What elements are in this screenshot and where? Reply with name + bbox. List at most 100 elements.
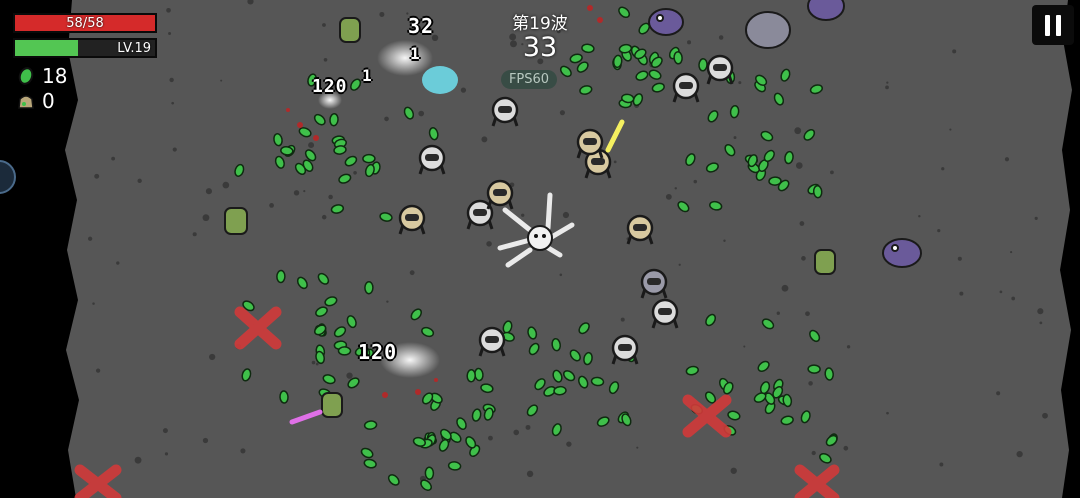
material-drop [466,369,476,383]
fps-counter: FPS60 [501,70,557,89]
pebble [738,81,742,85]
material-drop [698,58,708,72]
pebble [801,256,806,261]
pebble [192,232,197,237]
pebble [134,456,142,464]
pebble [620,317,625,322]
purple-enemy [745,11,791,49]
damage-number: 120 [358,340,398,364]
pebble [1042,412,1048,419]
pause-icon-bar [1056,15,1061,36]
health-text: 58/58 [66,16,104,31]
material-drop [673,51,683,65]
materials-count: 18 [42,64,68,88]
pebble [562,211,570,219]
pause-button[interactable] [1032,5,1074,45]
pebble [952,49,957,54]
pebble [220,79,223,82]
pebble [799,221,805,226]
wave-label: 第19波 [512,14,568,34]
pebble [521,213,525,217]
pebble [525,424,531,430]
pebble [559,273,563,277]
pebble [559,110,565,116]
pebble [311,360,316,365]
pebble [322,23,326,27]
green-material-icon [18,67,34,85]
pebble [209,353,216,361]
pebble [1034,216,1038,220]
material-drop [447,461,462,471]
pebble [205,188,212,195]
pebble [885,85,889,90]
pebble [811,450,816,456]
pebble [169,77,174,83]
pebble [486,241,492,247]
pebble [94,173,100,179]
pebble [674,187,677,190]
pebble [886,81,889,84]
pebble [379,11,385,17]
pebble [613,160,617,164]
pebble [321,214,327,220]
pebble [1004,157,1010,162]
pebble [959,291,964,296]
pebble [636,446,639,449]
pebble [323,57,328,62]
pause-icon [1045,15,1050,36]
pebble [999,290,1003,294]
pebble [665,193,672,200]
pebble [795,162,803,169]
health-bar: 58/58 [13,13,157,33]
green-slug [224,207,248,235]
pebble [678,263,681,266]
pebble [566,441,572,447]
material-drop [364,280,374,295]
pebble [513,429,520,436]
pebble [418,110,425,117]
material-bag-icon [18,95,34,109]
damage-number: 1 [362,66,373,85]
pebble [315,362,319,366]
pebble [240,448,246,454]
pebble [776,311,780,315]
pebble [164,452,169,456]
pebble [353,171,357,175]
game-screen: 32 1 120 1 120 58/58 LV.19 18 0 第19波 33 … [0,0,1080,498]
material-drop [824,367,834,381]
material-drop [362,153,376,164]
pebble [733,136,737,140]
pebble [718,35,724,40]
pebble [996,391,1001,396]
pebble [386,300,389,303]
pebble [222,181,230,189]
material-drop [553,385,567,396]
experience-bar: LV.19 [13,38,157,58]
pebble [957,256,962,261]
pebble [1010,250,1013,254]
material-drop [807,364,821,374]
pebble [743,345,746,348]
pebble [269,203,274,208]
pebble [460,87,467,93]
pebble [918,214,921,218]
pebble [488,435,493,441]
green-slug [814,249,836,275]
bags-count: 0 [42,89,55,113]
pebble [166,7,171,13]
pebble [346,372,353,379]
pebble [1037,308,1044,315]
wave-timer: 33 [522,32,558,63]
pebble [805,311,810,317]
pebble [1016,451,1023,458]
pebble [687,40,692,45]
damage-number: 120 [312,76,348,97]
pebble [171,101,175,105]
pebble [137,178,142,183]
purple-enemy [807,0,845,21]
material-drop [279,390,289,404]
green-slug [339,17,361,43]
experience-bar-fill [15,40,78,56]
material-drop [329,112,339,127]
pebble [202,214,210,222]
